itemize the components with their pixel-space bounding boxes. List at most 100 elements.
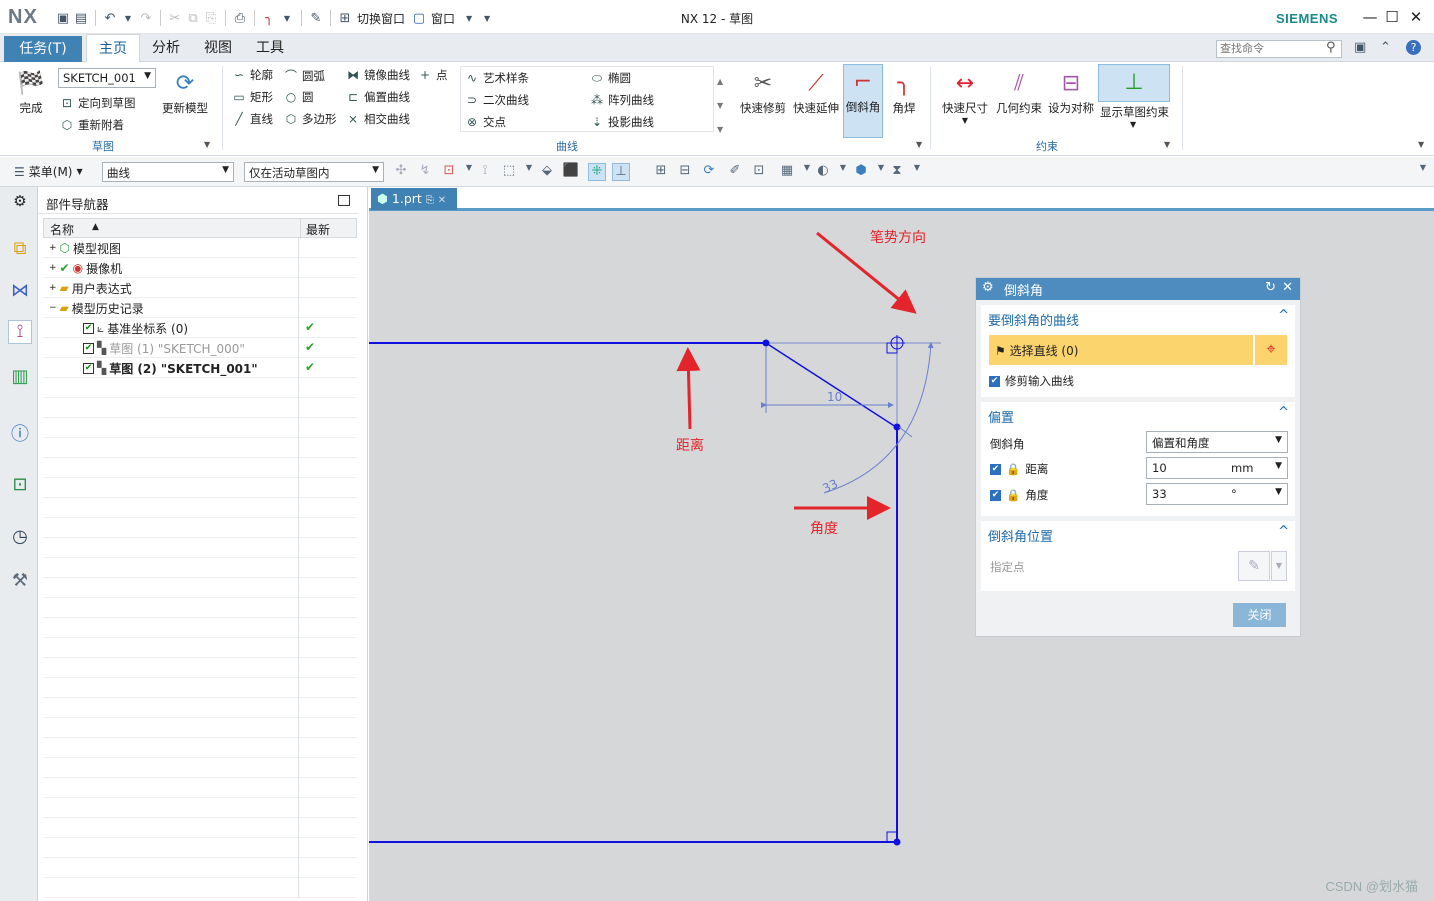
visibility-checkbox[interactable]: ✔ (83, 342, 94, 354)
curves-section-header[interactable]: 要倒斜角的曲线 ^ (981, 305, 1295, 331)
chevron-down-icon[interactable]: ▼ (520, 163, 538, 181)
lock-icon[interactable]: 🔒 (1006, 462, 1020, 476)
distance-dimension[interactable]: 10 (761, 347, 894, 413)
tree-row-model-history[interactable]: − ▰ 模型历史记录 (43, 298, 357, 318)
expand-icon[interactable]: + (49, 263, 57, 273)
toolbar-options-icon[interactable]: ▼ (1414, 163, 1432, 181)
update-model-button[interactable]: ⟳ 更新模型 (162, 66, 208, 116)
roles-icon[interactable]: ⚒ (8, 570, 32, 594)
minimize-icon[interactable]: — (1360, 8, 1380, 26)
conic-button[interactable]: ⊃ 二次曲线 (465, 92, 529, 108)
tab-home[interactable]: 主页 (86, 34, 140, 62)
menu-button[interactable]: ☰ 菜单(M) ▼ (14, 163, 83, 180)
tree-row-camera[interactable]: + ✔ ◉ 摄像机 (43, 258, 357, 278)
mirror-curve-button[interactable]: ⧓ 镜像曲线 (346, 67, 410, 83)
tree-row-user-expressions[interactable]: + ▰ 用户表达式 (43, 278, 357, 298)
zoom-icon[interactable]: ⊟ (676, 163, 694, 181)
visibility-checkbox[interactable]: ✔ (83, 362, 94, 374)
column-latest[interactable]: 最新 (306, 221, 330, 238)
pan-icon[interactable]: ✐ (726, 163, 744, 181)
line-button[interactable]: ╱ 直线 (232, 111, 273, 127)
angle-input[interactable]: 33 ° ▼ (1146, 483, 1288, 505)
intersection-snap-icon[interactable]: ⊥ (612, 163, 630, 181)
command-search-input[interactable] (1216, 40, 1342, 58)
distance-dimension-label[interactable]: 10 (827, 390, 842, 404)
close-button[interactable]: 关闭 (1233, 603, 1286, 627)
tree-row-model-views[interactable]: + ⬡ 模型视图 (43, 238, 357, 258)
profile-button[interactable]: ∽ 轮廓 (232, 67, 273, 83)
connected-curves-icon[interactable]: ⟟ (476, 163, 494, 181)
rapid-dimension-button[interactable]: ↔ 快速尺寸 ▼ (942, 66, 988, 126)
collapse-caret-icon[interactable]: ^ (1278, 405, 1289, 420)
collapse-icon[interactable]: − (49, 303, 57, 313)
quick-trim-button[interactable]: ✂ 快速修剪 (740, 66, 786, 116)
angle-dimension[interactable]: 33 (820, 342, 934, 496)
part-navigator-icon[interactable]: ⟟ (8, 320, 32, 344)
chamfer-start-point[interactable] (762, 339, 770, 347)
point-dialog-icon[interactable]: ✎ (1238, 551, 1270, 581)
selection-scope-select[interactable]: 仅在活动草图内 ▼ (244, 162, 384, 182)
gallery-scroll-icon[interactable]: ▲ ▼ ▼ (717, 70, 723, 142)
render-style-icon[interactable]: ◐ (814, 163, 832, 181)
chevron-down-icon[interactable]: ▼ (834, 163, 852, 181)
pattern-curve-button[interactable]: ⁂ 阵列曲线 (590, 92, 654, 108)
group-expand-icon[interactable]: ▼ (1164, 140, 1170, 149)
tab-analysis[interactable]: 分析 (146, 34, 186, 62)
group-expand-icon[interactable]: ▼ (204, 140, 210, 149)
edit-section-icon[interactable]: ⧗ (888, 163, 906, 181)
offset-curve-button[interactable]: ⊏ 偏置曲线 (346, 89, 410, 105)
rotate-icon[interactable]: ⟳ (700, 163, 718, 181)
select-line-field[interactable]: ⚑ 选择直线 (0) (989, 335, 1253, 365)
box-select-icon[interactable]: ⬚ (500, 163, 518, 181)
reattach-button[interactable]: ⬡ 重新附着 (60, 117, 124, 133)
angle-checkbox[interactable]: ✔ (990, 489, 1001, 501)
circle-button[interactable]: ○ 圆 (284, 89, 314, 105)
crosshair-icon[interactable]: ⌖ (1255, 335, 1287, 365)
constraint-navigator-icon[interactable]: ⋈ (8, 280, 32, 304)
angle-dimension-label[interactable]: 33 (820, 477, 840, 496)
studio-spline-button[interactable]: ∿ 艺术样条 (465, 70, 529, 86)
rectangle-button[interactable]: ▭ 矩形 (232, 89, 273, 105)
chamfer-mode-select[interactable]: 偏置和角度 ▼ (1146, 431, 1288, 453)
column-name[interactable]: 名称 (50, 221, 74, 238)
maximize-icon[interactable]: ☐ (1382, 8, 1402, 26)
show-sketch-constraints-button[interactable]: ⊥ (1098, 64, 1170, 102)
snap-icon[interactable]: ⊡ (440, 163, 458, 181)
fillet-button[interactable]: ╮ 角焊 (888, 66, 920, 116)
close-icon[interactable]: ✕ (1406, 8, 1426, 26)
chevron-down-icon[interactable]: ▼ (1271, 551, 1287, 581)
assembly-navigator-icon[interactable]: ⧉ (8, 238, 32, 262)
gear-icon[interactable]: ⚙ (8, 192, 32, 216)
tree-row-sketch-2[interactable]: ✔ ▚ 草图 (2) "SKETCH_001" ✔ (43, 358, 357, 378)
arc-button[interactable]: ⌒ 圆弧 (284, 67, 325, 84)
reset-icon[interactable]: ↻ (1265, 280, 1276, 295)
expand-icon[interactable]: + (49, 283, 57, 293)
close-tab-icon[interactable]: ✕ (438, 195, 446, 206)
chevron-down-icon[interactable]: ▼ (908, 163, 926, 181)
collapse-caret-icon[interactable]: ^ (1278, 308, 1289, 323)
view-layout-icon[interactable]: ▦ (778, 163, 796, 181)
gear-icon[interactable]: ⚙ (982, 280, 994, 295)
help-icon[interactable]: ? (1406, 40, 1421, 55)
ribbon-display-icon[interactable]: ▣ (1354, 40, 1366, 55)
chevron-down-icon[interactable]: ▼ (1130, 120, 1136, 129)
point-button[interactable]: + 点 (418, 67, 448, 83)
tree-row-datum-csys[interactable]: ✔ ⟀ 基准坐标系 (0) ✔ (43, 318, 357, 338)
quick-extend-button[interactable]: ⟋ 快速延伸 (793, 66, 839, 116)
collapse-ribbon-icon[interactable]: ⌃ (1380, 40, 1391, 55)
sketch-geometry[interactable] (369, 335, 941, 846)
dialog-title-bar[interactable]: ⚙ 倒斜角 ↻ ✕ (976, 278, 1300, 300)
offset-section-header[interactable]: 偏置 ^ (981, 402, 1295, 428)
history-clock-icon[interactable]: ◷ (8, 526, 32, 550)
chamfer-preview-line[interactable] (765, 342, 897, 428)
select-curve-icon[interactable]: ↯ (416, 163, 434, 181)
intersect-curve-button[interactable]: ⨯ 相交曲线 (346, 111, 410, 127)
tree-row-sketch-1[interactable]: ✔ ▚ 草图 (1) "SKETCH_000" ✔ (43, 338, 357, 358)
type-filter-select[interactable]: 曲线 ▼ (102, 162, 234, 182)
make-symmetric-button[interactable]: ⊟ 设为对称 (1048, 66, 1094, 116)
chamfer-button[interactable]: ⌐ 倒斜角 (843, 64, 883, 138)
tab-tools[interactable]: 工具 (250, 34, 290, 62)
group-expand-icon[interactable]: ▼ (916, 140, 922, 149)
select-feature-icon[interactable]: ✣ (392, 163, 410, 181)
maximize-panel-icon[interactable] (338, 195, 350, 206)
